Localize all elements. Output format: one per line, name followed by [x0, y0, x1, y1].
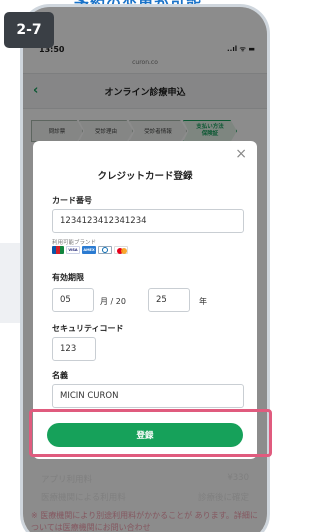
cvc-label: セキュリティコード [52, 324, 124, 333]
highlight-frame [29, 409, 272, 457]
diners-icon [98, 246, 112, 254]
card-number-input[interactable]: 1234123412341234 [52, 209, 244, 233]
expiry-year-suffix: 年 [199, 297, 207, 306]
brands-label: 利用可能ブランド [52, 240, 97, 246]
modal-title: クレジットカード登録 [97, 171, 193, 182]
page: 予約の変更が可能 13:50 ..ıl ᯤ ▬ curon.co ‹ オンライン… [0, 0, 276, 532]
card-brands: VISA AMEX [52, 246, 128, 255]
close-icon[interactable]: × [235, 147, 247, 161]
amex-icon: AMEX [82, 246, 96, 254]
mastercard-icon [114, 246, 128, 254]
step-badge: 2-7 [4, 12, 54, 48]
expiry-year-input[interactable]: 25 [148, 288, 190, 312]
expiry-label: 有効期限 [52, 273, 84, 282]
card-number-label: カード番号 [52, 196, 92, 205]
name-label: 名義 [52, 371, 68, 380]
expiry-month-input[interactable]: 05 [52, 288, 94, 312]
visa-icon: VISA [66, 246, 80, 254]
expiry-separator: 月 / 20 [100, 297, 126, 306]
jcb-icon [52, 246, 64, 254]
cardholder-name-input[interactable]: MICIN CURON [52, 384, 244, 408]
cvc-input[interactable]: 123 [52, 337, 96, 361]
